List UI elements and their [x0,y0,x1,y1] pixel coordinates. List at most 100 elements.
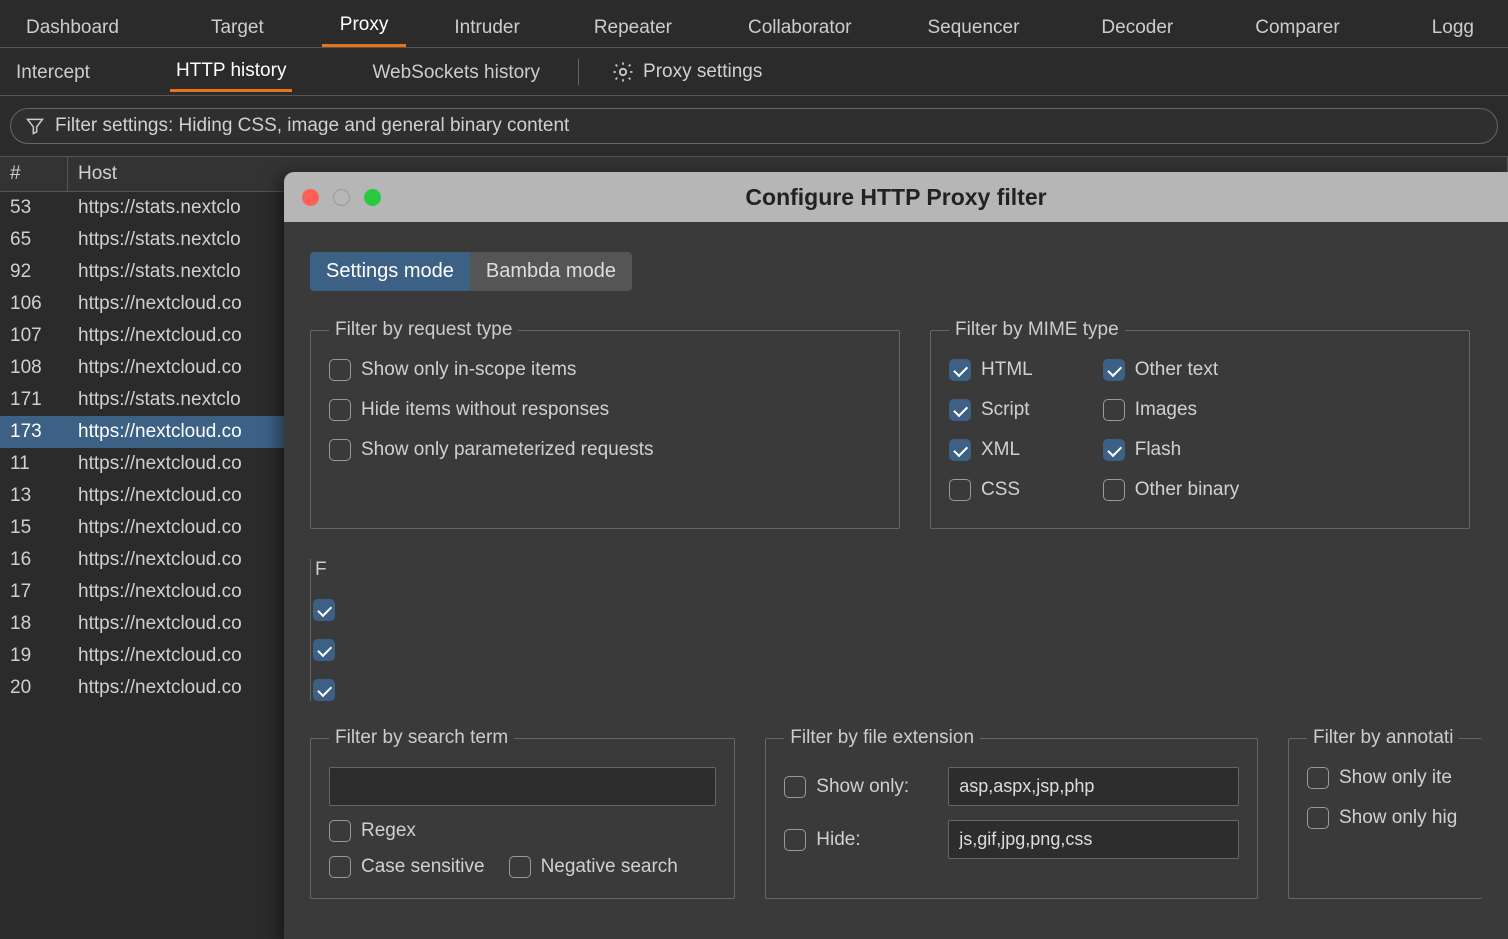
checkbox-icon [1307,807,1329,829]
dialog-title: Configure HTTP Proxy filter [284,184,1508,211]
checkbox-icon [949,359,971,381]
chk-negative-search[interactable]: Negative search [509,856,678,878]
checkbox-icon [1103,439,1125,461]
cell-number: 13 [0,479,68,513]
bambda-mode-button[interactable]: Bambda mode [470,252,632,291]
chk-mime-script[interactable]: Script [949,399,1033,421]
chk-clipped-3[interactable] [315,679,335,701]
chk-label: Script [981,399,1030,421]
chk-ext-hide[interactable]: Hide: [784,829,936,851]
chk-ann-items[interactable]: Show only ite [1307,767,1464,789]
search-term-input[interactable] [329,767,716,806]
tab-logger[interactable]: Logg [1414,7,1492,47]
chk-case-sensitive[interactable]: Case sensitive [329,856,485,878]
group-search-term: Filter by search term Regex Case sensiti… [310,727,735,899]
tab-target[interactable]: Target [193,7,282,47]
chk-mime-xml[interactable]: XML [949,439,1033,461]
chk-label: CSS [981,479,1020,501]
group-legend: Filter by MIME type [949,319,1125,341]
minimize-icon[interactable] [333,189,350,206]
subtab-ws-history[interactable]: WebSockets history [366,53,546,91]
chk-ann-highlighted[interactable]: Show only hig [1307,807,1464,829]
chk-mime-images[interactable]: Images [1103,399,1240,421]
chk-label: Show only in-scope items [361,359,576,381]
chk-label: Show only: [816,776,936,798]
cell-number: 53 [0,191,68,225]
filter-settings-text: Filter settings: Hiding CSS, image and g… [55,115,569,137]
checkbox-icon [329,399,351,421]
chk-mime-other-binary[interactable]: Other binary [1103,479,1240,501]
cell-number: 106 [0,287,68,321]
checkbox-icon [329,439,351,461]
tab-decoder[interactable]: Decoder [1083,7,1191,47]
chk-clipped-2[interactable] [315,639,335,661]
chk-param-only[interactable]: Show only parameterized requests [329,439,881,461]
group-legend: Filter by file extension [784,727,980,749]
checkbox-icon [329,856,351,878]
chk-label: Show only hig [1339,807,1457,829]
tab-sequencer[interactable]: Sequencer [910,7,1038,47]
divider [578,59,579,85]
subtab-http-history[interactable]: HTTP history [170,51,293,92]
main-tab-bar: Dashboard Target Proxy Intruder Repeater… [0,0,1508,48]
chk-label: Hide items without responses [361,399,609,421]
chk-ext-show-only[interactable]: Show only: [784,776,936,798]
cell-number: 20 [0,671,68,705]
checkbox-icon [1103,399,1125,421]
cell-number: 92 [0,255,68,289]
tab-dashboard[interactable]: Dashboard [8,7,137,47]
mode-toggle: Settings mode Bambda mode [310,252,632,291]
chk-label: Show only parameterized requests [361,439,654,461]
zoom-icon[interactable] [364,189,381,206]
dialog-titlebar[interactable]: Configure HTTP Proxy filter [284,172,1508,222]
group-annotation: Filter by annotati Show only ite Show on… [1288,727,1482,899]
checkbox-icon [1103,359,1125,381]
checkbox-icon [313,599,335,621]
cell-number: 11 [0,447,68,481]
settings-mode-button[interactable]: Settings mode [310,252,470,291]
checkbox-icon [784,776,806,798]
chk-label: HTML [981,359,1033,381]
checkbox-icon [509,856,531,878]
chk-label: Other text [1135,359,1218,381]
filter-settings-bar[interactable]: Filter settings: Hiding CSS, image and g… [10,108,1498,144]
checkbox-icon [1307,767,1329,789]
chk-label: Hide: [816,829,936,851]
cell-number: 16 [0,543,68,577]
chk-mime-other-text[interactable]: Other text [1103,359,1240,381]
close-icon[interactable] [302,189,319,206]
tab-comparer[interactable]: Comparer [1237,7,1357,47]
chk-regex[interactable]: Regex [329,820,416,842]
chk-label: Flash [1135,439,1181,461]
chk-label: Other binary [1135,479,1240,501]
checkbox-icon [329,359,351,381]
chk-label: XML [981,439,1020,461]
tab-collaborator[interactable]: Collaborator [730,7,870,47]
chk-mime-html[interactable]: HTML [949,359,1033,381]
chk-label: Regex [361,820,416,842]
chk-mime-flash[interactable]: Flash [1103,439,1240,461]
col-number[interactable]: # [0,157,68,191]
ext-hide-input[interactable] [948,820,1239,859]
checkbox-icon [949,479,971,501]
tab-proxy[interactable]: Proxy [322,4,407,47]
chk-in-scope[interactable]: Show only in-scope items [329,359,881,381]
tab-intruder[interactable]: Intruder [436,7,537,47]
group-legend: Filter by search term [329,727,514,749]
chk-mime-css[interactable]: CSS [949,479,1033,501]
ext-show-only-input[interactable] [948,767,1239,806]
checkbox-icon [784,829,806,851]
funnel-icon [25,116,45,136]
group-legend: Filter by request type [329,319,518,341]
proxy-settings-link[interactable]: Proxy settings [611,60,762,84]
gear-icon [611,60,635,84]
filter-dialog: Configure HTTP Proxy filter Settings mod… [284,172,1508,939]
chk-clipped-1[interactable] [315,599,335,621]
group-file-extension: Filter by file extension Show only: Hide… [765,727,1258,899]
tab-repeater[interactable]: Repeater [576,7,690,47]
chk-hide-no-response[interactable]: Hide items without responses [329,399,881,421]
chk-label: Images [1135,399,1197,421]
cell-number: 108 [0,351,68,385]
subtab-intercept[interactable]: Intercept [10,53,96,91]
cell-number: 173 [0,415,68,449]
